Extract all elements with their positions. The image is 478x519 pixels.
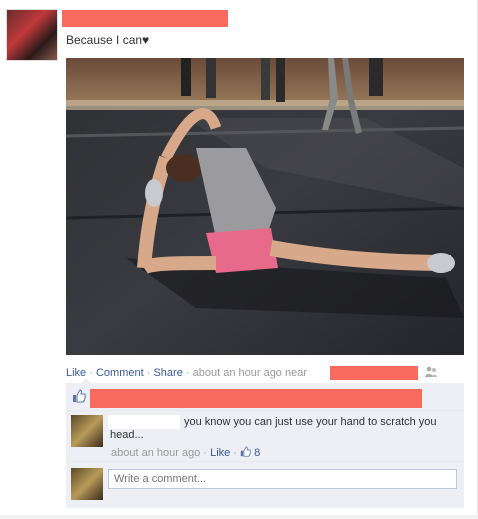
post-actions: Like · Comment · Share · about an hour a…: [66, 367, 307, 379]
friends-audience-icon[interactable]: [424, 366, 438, 378]
feed-divider: [0, 515, 478, 519]
write-comment-input[interactable]: [108, 469, 457, 489]
poster-avatar[interactable]: [6, 9, 58, 61]
post-timestamp[interactable]: about an hour ago near: [193, 367, 307, 379]
current-user-avatar: [71, 468, 103, 500]
comment-like-link[interactable]: Like: [210, 447, 230, 459]
comment-meta: about an hour ago · Like · 8: [111, 446, 261, 459]
commenter-avatar[interactable]: [71, 415, 103, 447]
thumbs-up-icon: [72, 389, 86, 403]
share-link[interactable]: Share: [153, 367, 182, 379]
post-photo[interactable]: [66, 58, 464, 355]
redacted-commenter-name: [108, 415, 180, 429]
comment-timestamp[interactable]: about an hour ago: [111, 447, 200, 459]
redacted-likers: [90, 389, 422, 408]
comment-like-icon[interactable]: [240, 446, 251, 459]
redacted-poster-name: [62, 10, 228, 27]
comment-link[interactable]: Comment: [96, 367, 144, 379]
post-caption: Because I can♥: [66, 33, 150, 47]
comment-like-count[interactable]: 8: [254, 447, 260, 459]
redacted-location: [330, 366, 418, 380]
